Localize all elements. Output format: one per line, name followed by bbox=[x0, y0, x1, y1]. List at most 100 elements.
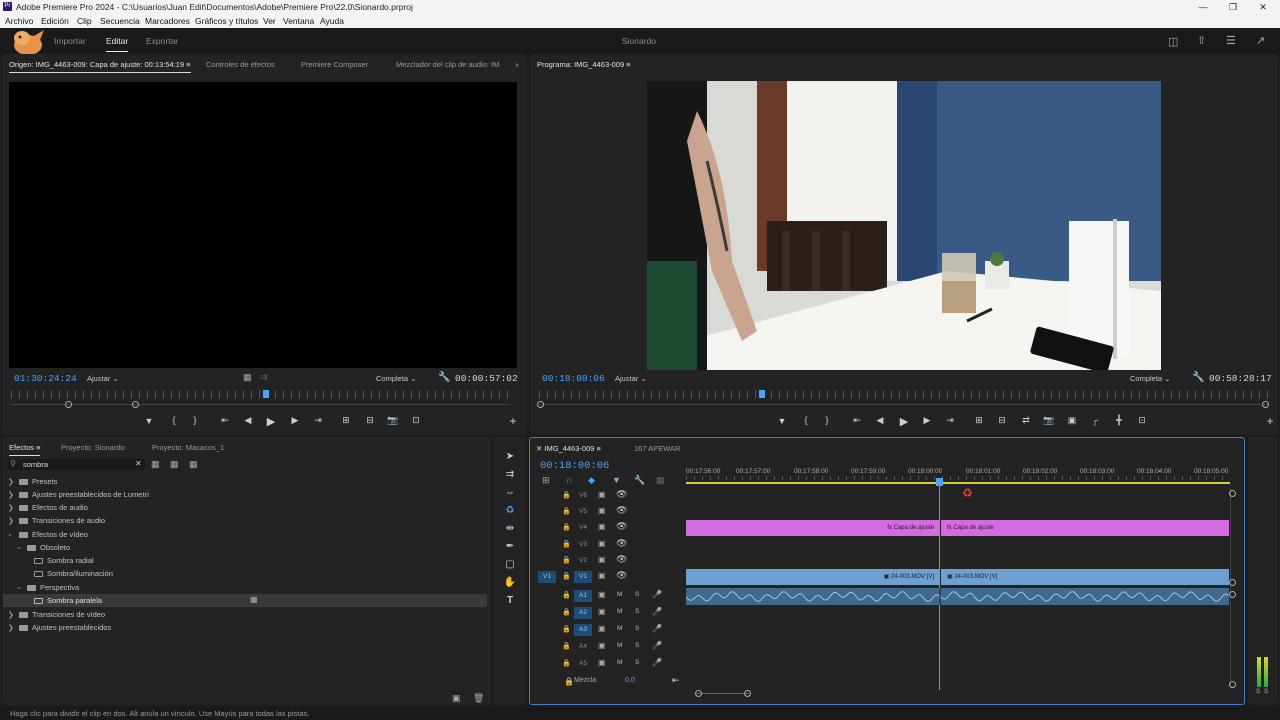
vscroll-handle[interactable] bbox=[1229, 591, 1236, 598]
hscroll-handle-right[interactable] bbox=[744, 690, 751, 697]
effects-search-input[interactable]: sombra bbox=[23, 460, 48, 469]
pen-tool-icon[interactable]: ✒ bbox=[503, 541, 517, 552]
track-target[interactable]: V2 bbox=[574, 555, 592, 567]
video-track-header[interactable]: 🔒 V3 ▣ 👁 bbox=[530, 537, 682, 553]
video-track-header[interactable]: 🔒 V6 ▣ 👁 bbox=[530, 488, 682, 504]
lock-icon[interactable]: 🔒 bbox=[562, 591, 571, 599]
tab-sequence-apewar[interactable]: 167 APEWAR bbox=[634, 444, 680, 453]
program-zoom-handle-left[interactable] bbox=[537, 401, 544, 408]
lock-icon[interactable]: 🔒 bbox=[562, 491, 571, 499]
lock-icon[interactable]: 🔒 bbox=[562, 659, 571, 667]
meter-solo-right[interactable]: S bbox=[1264, 688, 1268, 695]
chevron-right-icon[interactable]: ❯ bbox=[8, 504, 14, 512]
tree-item-audio-effects[interactable]: Efectos de audio bbox=[19, 503, 88, 512]
sync-lock-icon[interactable]: ▣ bbox=[598, 539, 606, 548]
track-target[interactable]: V1 bbox=[574, 571, 592, 583]
eye-icon[interactable]: 👁 bbox=[616, 521, 627, 532]
compare-icon[interactable]: ▣ bbox=[1065, 415, 1079, 426]
crop-icon[interactable]: ┌ bbox=[1088, 415, 1102, 425]
program-zoom-bar[interactable] bbox=[539, 404, 1269, 405]
program-go-to-in-icon[interactable]: ⇤ bbox=[850, 415, 864, 426]
wrench-icon[interactable]: 🔧 bbox=[438, 372, 450, 383]
slip-tool-icon[interactable]: ⇹ bbox=[503, 523, 517, 534]
selection-tool-icon[interactable]: ➤ bbox=[503, 451, 517, 462]
overwrite-icon[interactable]: ⊟ bbox=[363, 415, 377, 426]
lock-icon[interactable]: 🔒 bbox=[562, 507, 571, 515]
tab-sequence-img[interactable]: ✕ IMG_4463-009 ≡ bbox=[536, 444, 601, 453]
menu-edicion[interactable]: Edición bbox=[41, 16, 69, 26]
program-mark-out-icon[interactable]: } bbox=[820, 415, 834, 425]
source-quality-select[interactable]: Completa ⌄ bbox=[376, 374, 416, 383]
tree-item-presets[interactable]: Presets bbox=[19, 477, 57, 486]
chevron-right-icon[interactable]: ❯ bbox=[8, 478, 14, 486]
mute-button[interactable]: M bbox=[617, 625, 622, 632]
clip-adjustment-layer[interactable]: fx Capa de ajuste bbox=[941, 520, 1229, 536]
sync-lock-icon[interactable]: ▣ bbox=[598, 658, 606, 667]
mute-button[interactable]: M bbox=[617, 608, 622, 615]
snap-icon[interactable]: ∩ bbox=[566, 475, 572, 485]
menu-clip[interactable]: Clip bbox=[77, 16, 92, 26]
sync-lock-icon[interactable]: ▣ bbox=[598, 506, 606, 515]
meter-solo-left[interactable]: S bbox=[1256, 688, 1260, 695]
program-button-editor-icon[interactable]: ⊡ bbox=[1135, 415, 1149, 426]
chevron-down-icon[interactable]: ⌄ bbox=[7, 530, 13, 538]
ripple-edit-tool-icon[interactable]: ⇔ bbox=[503, 487, 517, 498]
mute-button[interactable]: M bbox=[617, 659, 622, 666]
tab-importar[interactable]: Importar bbox=[54, 36, 86, 46]
track-select-tool-icon[interactable]: ⇉ bbox=[503, 469, 517, 480]
play-icon[interactable]: ▶ bbox=[264, 415, 278, 428]
lock-icon[interactable]: 🔒 bbox=[562, 556, 571, 564]
tab-program[interactable]: Programa: IMG_4463-009 ≡ bbox=[537, 60, 631, 69]
menu-marcadores[interactable]: Marcadores bbox=[145, 16, 190, 26]
audio-track-header[interactable]: 🔒 A1 ▣ M S 🎤 bbox=[530, 588, 682, 604]
fullscreen-icon[interactable]: ↗ bbox=[1256, 34, 1265, 47]
lock-icon[interactable]: 🔒 bbox=[562, 625, 571, 633]
tree-item-obsoleto[interactable]: Obsoleto bbox=[27, 543, 70, 552]
sync-lock-icon[interactable]: ▣ bbox=[598, 555, 606, 564]
tab-exportar[interactable]: Exportar bbox=[146, 36, 178, 46]
program-step-forward-icon[interactable]: ▶ bbox=[920, 415, 934, 426]
track-target[interactable]: V4 bbox=[574, 522, 592, 534]
captions-icon[interactable]: ▦ bbox=[656, 475, 665, 486]
minimize-icon[interactable]: — bbox=[1188, 0, 1218, 14]
lock-icon[interactable]: 🔒 bbox=[562, 572, 571, 580]
step-forward-icon[interactable]: ▶ bbox=[288, 415, 302, 426]
lock-icon[interactable]: 🔒 bbox=[562, 523, 571, 531]
audio-track-target[interactable]: A2 bbox=[574, 607, 592, 619]
timeline-timecode[interactable]: 00:18:00:06 bbox=[540, 460, 609, 472]
effects-search-box[interactable]: ⚲ sombra ✕ bbox=[7, 459, 145, 470]
chevron-right-icon[interactable]: ❯ bbox=[8, 517, 14, 525]
timeline-playhead-line[interactable] bbox=[939, 484, 940, 690]
solo-button[interactable]: S bbox=[635, 625, 639, 632]
chevron-right-icon[interactable]: ❯ bbox=[8, 624, 14, 632]
eye-icon[interactable]: 👁 bbox=[616, 554, 627, 565]
tree-item-ajustes[interactable]: Ajustes preestablecidos bbox=[19, 623, 111, 632]
sync-lock-icon[interactable]: ▣ bbox=[598, 641, 606, 650]
tab-effects[interactable]: Efectos ≡ bbox=[9, 443, 41, 456]
linked-selection-icon[interactable]: ◆ bbox=[588, 475, 595, 486]
mix-end-icon[interactable]: ⇤ bbox=[672, 675, 680, 686]
sync-lock-icon[interactable]: ▣ bbox=[598, 607, 606, 616]
program-quality-select[interactable]: Completa ⌄ bbox=[1130, 374, 1170, 383]
tree-item-video-effects[interactable]: Efectos de vídeo bbox=[19, 530, 88, 539]
eye-icon[interactable]: 👁 bbox=[616, 570, 627, 581]
program-mark-in-icon[interactable]: { bbox=[799, 415, 813, 425]
video-track-header[interactable]: 🔒 V2 ▣ 👁 bbox=[530, 553, 682, 569]
close-icon[interactable]: ✕ bbox=[1248, 0, 1278, 14]
program-play-icon[interactable]: ▶ bbox=[897, 415, 911, 428]
program-add-button-icon[interactable]: + bbox=[1263, 414, 1277, 428]
mute-button[interactable]: M bbox=[617, 591, 622, 598]
solo-button[interactable]: S bbox=[635, 659, 639, 666]
source-video-canvas[interactable] bbox=[9, 82, 517, 368]
timeline-settings-icon[interactable]: 🔧 bbox=[634, 475, 645, 486]
restore-icon[interactable]: ❐ bbox=[1218, 0, 1248, 14]
clear-search-icon[interactable]: ✕ bbox=[135, 459, 142, 468]
export-frame-icon[interactable]: 📷 bbox=[386, 415, 400, 426]
source-timecode[interactable]: 01:30:24:24 bbox=[14, 373, 77, 384]
clip-audio-waveform[interactable] bbox=[686, 588, 1229, 605]
program-time-ruler[interactable] bbox=[539, 390, 1269, 398]
mute-button[interactable]: M bbox=[617, 642, 622, 649]
solo-button[interactable]: S bbox=[635, 608, 639, 615]
accelerated-effects-icon[interactable]: ▦ bbox=[151, 459, 160, 470]
track-target[interactable]: V6 bbox=[574, 490, 592, 502]
